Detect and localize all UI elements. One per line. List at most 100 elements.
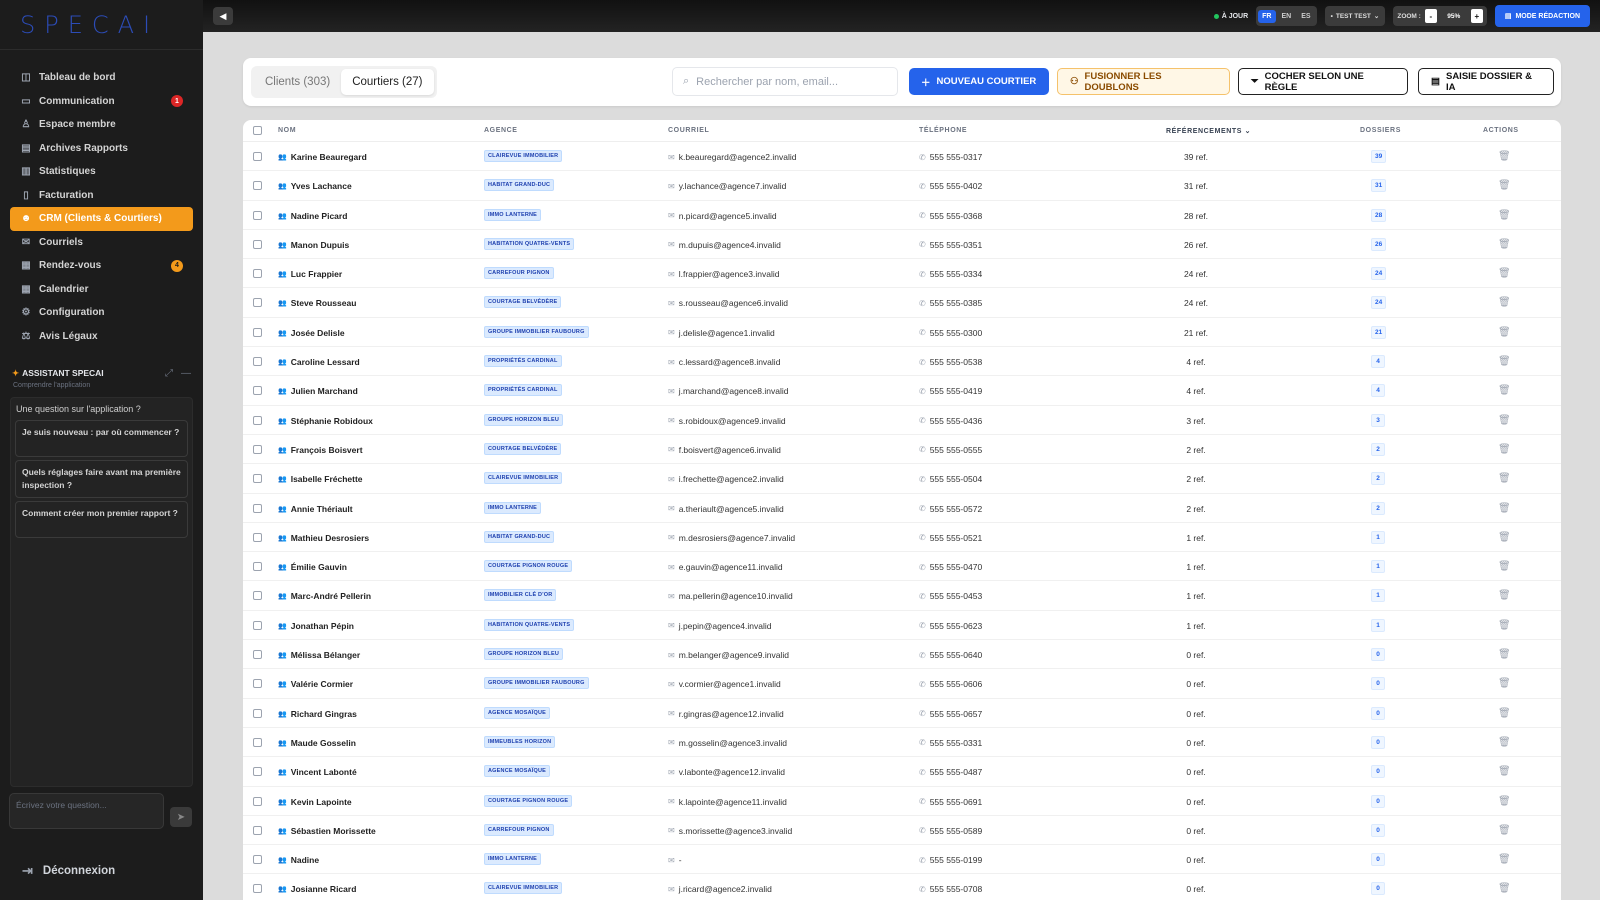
broker-name[interactable]: 👥 François Boisvert [278, 445, 363, 455]
assistant-suggestion[interactable]: Quels réglages faire avant ma première i… [15, 460, 188, 498]
broker-name[interactable]: 👥 Mathieu Desrosiers [278, 533, 369, 543]
row-checkbox[interactable] [253, 591, 262, 601]
trash-icon[interactable]: 🗑 [1498, 883, 1511, 894]
dossiers-badge[interactable]: 24 [1371, 296, 1387, 310]
table-row[interactable]: 👥 Karine Beauregard CLAIREVUE IMMOBILIER ✉ k… [243, 142, 1561, 172]
broker-name[interactable]: 👥 Jonathan Pépin [278, 621, 354, 631]
dossiers-badge[interactable]: 2 [1371, 472, 1385, 486]
assistant-suggestion[interactable]: Je suis nouveau : par où commencer ? [15, 420, 188, 457]
row-checkbox[interactable] [253, 708, 262, 718]
table-row[interactable]: 👥 Annie Thériault IMMO LANTERNE ✉ a.theriaul… [243, 494, 1561, 523]
zoom-out-button[interactable]: - [1424, 9, 1437, 23]
trash-icon[interactable]: 🗑 [1498, 356, 1511, 367]
select-all-checkbox[interactable] [253, 126, 262, 135]
table-row[interactable]: 👥 Nadine Picard IMMO LANTERNE ✉ n.picard@age… [243, 201, 1561, 230]
trash-icon[interactable]: 🗑 [1498, 766, 1511, 777]
collapse-sidebar-button[interactable]: ◀ [213, 7, 233, 25]
lang-fr[interactable]: FR [1258, 9, 1276, 23]
edit-mode-button[interactable]: ▤ MODE RÉDACTION [1494, 5, 1590, 27]
sidebar-item-courriels[interactable]: ✉ Courriels [10, 231, 193, 255]
user-menu[interactable]: • TEST TEST ⌄ [1324, 6, 1386, 26]
trash-icon[interactable]: 🗑 [1498, 649, 1511, 660]
logout-button[interactable]: ⇥ Déconnexion [22, 863, 115, 879]
dossiers-badge[interactable]: 2 [1371, 442, 1385, 456]
trash-icon[interactable]: 🗑 [1498, 268, 1511, 279]
row-checkbox[interactable] [253, 181, 262, 191]
broker-name[interactable]: 👥 Josée Delisle [278, 328, 345, 338]
trash-icon[interactable]: 🗑 [1498, 620, 1511, 631]
app-logo[interactable]: SPECAI [0, 0, 203, 50]
broker-name[interactable]: 👥 Annie Thériault [278, 504, 353, 514]
row-checkbox[interactable] [253, 767, 262, 777]
sidebar-item-espace-membre[interactable]: ♙ Espace membre [10, 113, 193, 137]
sidebar-item-statistiques[interactable]: ▥ Statistiques [10, 160, 193, 184]
trash-icon[interactable]: 🗑 [1498, 327, 1511, 338]
table-row[interactable]: 👥 Manon Dupuis HABITATION QUATRE-VENTS ✉ m.d… [243, 230, 1561, 260]
row-checkbox[interactable] [253, 210, 262, 220]
broker-name[interactable]: 👥 Valérie Cormier [278, 679, 353, 689]
broker-name[interactable]: 👥 Karine Beauregard [278, 152, 367, 162]
dossiers-badge[interactable]: 39 [1371, 150, 1387, 163]
sidebar-item-crm-clients-courtiers[interactable]: ☻ CRM (Clients & Courtiers) [10, 207, 193, 231]
sidebar-item-facturation[interactable]: ▯ Facturation [10, 184, 193, 208]
broker-name[interactable]: 👥 Sébastien Morissette [278, 826, 376, 836]
trash-icon[interactable]: 🗑 [1498, 415, 1511, 426]
new-broker-button[interactable]: ＋ NOUVEAU COURTIER [909, 68, 1049, 95]
table-row[interactable]: 👥 Nadine IMMO LANTERNE ✉ - ✆ 555 555-0199 0 ref… [243, 845, 1561, 875]
table-row[interactable]: 👥 Sébastien Morissette CARREFOUR PIGNON ✉ s.… [243, 816, 1561, 846]
sidebar-item-rendez-vous[interactable]: ▦ Rendez-vous 4 [10, 254, 193, 278]
table-row[interactable]: 👥 Julien Marchand PROPRIÉTÉS CARDINAL ✉ j.ma… [243, 376, 1561, 406]
row-checkbox[interactable] [253, 532, 262, 542]
table-row[interactable]: 👥 Maude Gosselin IMMEUBLES HORIZON ✉ m.gosse… [243, 728, 1561, 758]
broker-name[interactable]: 👥 Nadine [278, 855, 319, 865]
header-phone[interactable]: TÉLÉPHONE [919, 127, 967, 134]
row-checkbox[interactable] [253, 737, 262, 747]
row-checkbox[interactable] [253, 650, 262, 660]
sidebar-item-calendrier[interactable]: ▦ Calendrier [10, 278, 193, 302]
dossiers-badge[interactable]: 26 [1371, 237, 1387, 251]
trash-icon[interactable]: 🗑 [1498, 854, 1511, 865]
tab-clients[interactable]: Clients (303) [254, 69, 341, 95]
table-row[interactable]: 👥 François Boisvert COURTAGE BELVÉDÈRE ✉ f.b… [243, 435, 1561, 465]
dossiers-badge[interactable]: 0 [1371, 794, 1385, 808]
dossiers-badge[interactable]: 4 [1371, 355, 1385, 369]
dossiers-badge[interactable]: 0 [1371, 648, 1385, 662]
table-row[interactable]: 👥 Richard Gingras AGENCE MOSAÏQUE ✉ r.gingra… [243, 699, 1561, 728]
dossiers-badge[interactable]: 31 [1371, 179, 1387, 193]
broker-name[interactable]: 👥 Maude Gosselin [278, 738, 356, 748]
broker-name[interactable]: 👥 Josianne Ricard [278, 884, 356, 894]
dossiers-badge[interactable]: 3 [1371, 413, 1385, 427]
trash-icon[interactable]: 🗑 [1498, 385, 1511, 396]
table-row[interactable]: 👥 Josée Delisle GROUPE IMMOBILIER FAUBOURG… [243, 318, 1561, 348]
broker-name[interactable]: 👥 Stéphanie Robidoux [278, 416, 373, 426]
broker-name[interactable]: 👥 Vincent Labonté [278, 767, 357, 777]
dossiers-badge[interactable]: 0 [1371, 882, 1385, 896]
broker-name[interactable]: 👥 Yves Lachance [278, 181, 352, 191]
broker-name[interactable]: 👥 Manon Dupuis [278, 240, 349, 250]
broker-name[interactable]: 👥 Émilie Gauvin [278, 562, 347, 572]
dossiers-badge[interactable]: 2 [1371, 501, 1385, 515]
trash-icon[interactable]: 🗑 [1498, 473, 1511, 484]
row-checkbox[interactable] [253, 620, 262, 630]
table-row[interactable]: 👥 Valérie Cormier GROUPE IMMOBILIER FAUBOU… [243, 669, 1561, 699]
send-icon[interactable]: ➤ [170, 807, 192, 827]
dossiers-badge[interactable]: 0 [1371, 823, 1385, 837]
row-checkbox[interactable] [253, 239, 262, 249]
search-input[interactable] [696, 75, 877, 88]
row-checkbox[interactable] [253, 855, 262, 865]
table-row[interactable]: 👥 Kevin Lapointe COURTAGE PIGNON ROUGE ✉ k.l… [243, 787, 1561, 816]
assistant-suggestion[interactable]: Comment créer mon premier rapport ? [15, 501, 188, 538]
expand-icon[interactable]: ⤢ [165, 368, 173, 379]
dossiers-badge[interactable]: 0 [1371, 853, 1385, 867]
dossiers-badge[interactable]: 1 [1371, 530, 1385, 544]
broker-name[interactable]: 👥 Mélissa Bélanger [278, 650, 360, 660]
row-checkbox[interactable] [253, 298, 262, 308]
broker-name[interactable]: 👥 Luc Frappier [278, 269, 342, 279]
dossiers-badge[interactable]: 0 [1371, 706, 1385, 720]
dossiers-badge[interactable]: 21 [1371, 325, 1387, 339]
dossiers-badge[interactable]: 1 [1371, 618, 1385, 632]
table-row[interactable]: 👥 Émilie Gauvin COURTAGE PIGNON ROUGE ✉ e.ga… [243, 552, 1561, 582]
row-checkbox[interactable] [253, 679, 262, 689]
table-row[interactable]: 👥 Steve Rousseau COURTAGE BELVÉDÈRE ✉ s.rous… [243, 288, 1561, 318]
row-checkbox[interactable] [253, 357, 262, 367]
